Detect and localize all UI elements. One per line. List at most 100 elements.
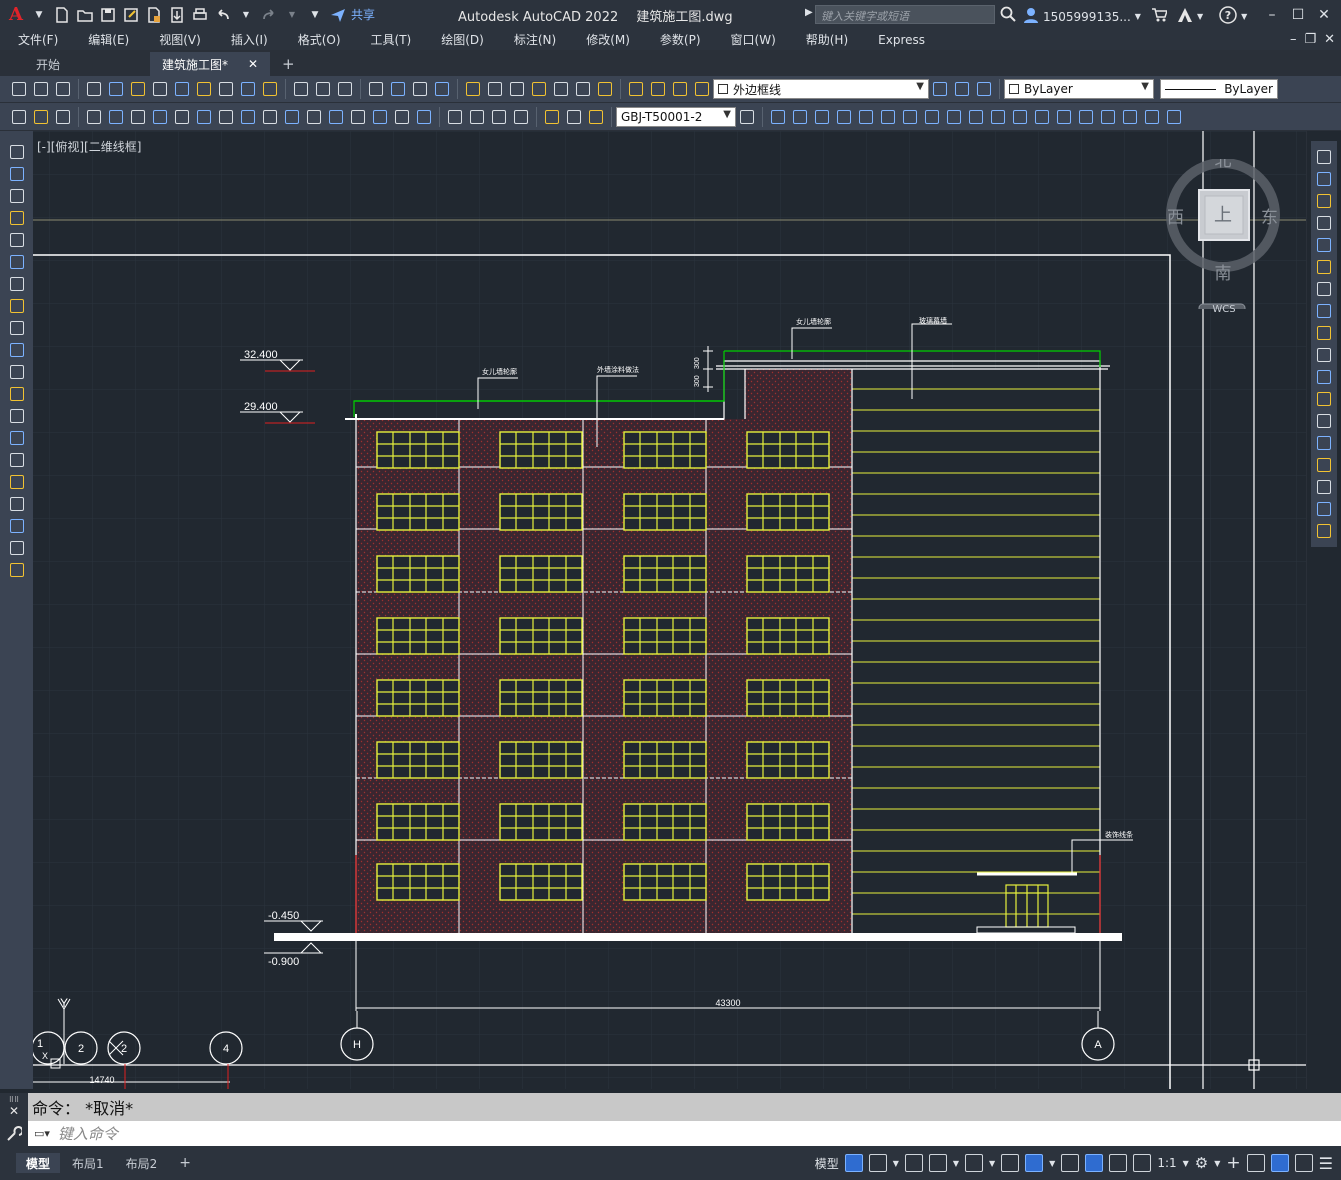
help-dropdown-icon[interactable]: ▼ [1241,12,1247,21]
modify-tool-4-icon[interactable] [1315,236,1333,254]
dim-tool-3-icon[interactable] [151,108,169,126]
save-as-icon[interactable] [121,5,141,25]
dim-tool-12-icon[interactable] [349,108,367,126]
modify-tool-1-icon[interactable] [1315,170,1333,188]
param-tool-3-icon[interactable] [512,108,530,126]
solid-tool-0-icon[interactable] [769,108,787,126]
undo-tool-1-icon[interactable] [314,80,332,98]
draw-tool-2-icon[interactable] [8,187,26,205]
modify-tool-3-icon[interactable] [1315,214,1333,232]
user-icon[interactable] [1023,7,1039,26]
hardware-acceleration-icon[interactable] [1270,1154,1289,1172]
tab-start[interactable]: 开始 [0,52,150,76]
draw-tool-8-icon[interactable] [8,319,26,337]
menu-item-9[interactable]: 参数(P) [642,31,713,48]
modify-tool-13-icon[interactable] [1315,434,1333,452]
dim-tool-8-icon[interactable] [261,108,279,126]
edit-tool-4-icon[interactable] [173,80,191,98]
wcs-menu[interactable]: WCS [1201,303,1247,317]
annotation-scale-icon[interactable] [1133,1154,1152,1172]
layer-tool-3-icon[interactable] [693,80,711,98]
open-folder-icon[interactable] [75,5,95,25]
dim-tool-7-icon[interactable] [239,108,257,126]
layer-combo[interactable]: 外边框线 ▼ [713,79,929,99]
edit-tool-7-icon[interactable] [239,80,257,98]
blockins-tool-0-icon[interactable] [738,108,756,126]
modify-tool-17-icon[interactable] [1315,522,1333,540]
draw-tool-12-icon[interactable] [8,407,26,425]
solid-tool-12-icon[interactable] [1033,108,1051,126]
user-name[interactable]: 1505999135... [1043,10,1131,24]
new-layout-button[interactable]: + [169,1153,201,1173]
modify-tool-6-icon[interactable] [1315,280,1333,298]
layer-tool-2-icon[interactable] [671,80,689,98]
modify-tool-8-icon[interactable] [1315,324,1333,342]
props-tool-2-icon[interactable] [508,80,526,98]
customize-wrench-icon[interactable] [0,1121,28,1146]
clean-screen-icon[interactable] [1294,1154,1313,1172]
lineweight-icon[interactable] [1061,1154,1080,1172]
param-tool-2-icon[interactable] [490,108,508,126]
solid-tool-11-icon[interactable] [1011,108,1029,126]
edit-tool-2-icon[interactable] [129,80,147,98]
dim-tool-9-icon[interactable] [283,108,301,126]
anno-tool-1-icon[interactable] [565,108,583,126]
search-input[interactable]: 键入关键字或短语 [815,5,995,24]
dim-tool-14-icon[interactable] [393,108,411,126]
help-icon[interactable]: ? [1219,6,1237,27]
undo-tool-2-icon[interactable] [336,80,354,98]
draw-tool-0-icon[interactable] [8,143,26,161]
menu-item-12[interactable]: Express [860,33,937,47]
edit-tool-8-icon[interactable] [261,80,279,98]
redo-dropdown-icon[interactable]: ▼ [282,5,302,25]
modify-tool-7-icon[interactable] [1315,302,1333,320]
dim-tool-2-icon[interactable] [129,108,147,126]
isometric-dropdown-icon[interactable]: ▼ [989,1159,995,1168]
menu-item-4[interactable]: 格式(O) [280,31,353,48]
draw-tool-3-icon[interactable] [8,209,26,227]
share-icon[interactable] [328,5,348,25]
open-web-icon[interactable] [144,5,164,25]
color-combo[interactable]: ByLayer ▼ [1004,79,1154,99]
menu-item-8[interactable]: 修改(M) [568,31,642,48]
edit-tool-3-icon[interactable] [151,80,169,98]
edit-tool-1-icon[interactable] [107,80,125,98]
draw-tool-9-icon[interactable] [8,341,26,359]
menu-item-2[interactable]: 视图(V) [141,31,213,48]
style-tool-0-icon[interactable] [10,108,28,126]
file-tool-2-icon[interactable] [54,80,72,98]
compass-south[interactable]: 南 [1215,264,1232,284]
command-recent-icon[interactable]: ▭▾ [34,1127,50,1140]
draw-tool-11-icon[interactable] [8,385,26,403]
draw-tool-4-icon[interactable] [8,231,26,249]
edit-tool-5-icon[interactable] [195,80,213,98]
draw-tool-14-icon[interactable] [8,451,26,469]
edit-tool-6-icon[interactable] [217,80,235,98]
solid-tool-2-icon[interactable] [813,108,831,126]
dim-tool-13-icon[interactable] [371,108,389,126]
doc-restore-icon[interactable]: ❐ [1304,32,1316,47]
annotation-monitor-plus-icon[interactable]: + [1226,1153,1240,1173]
search-icon[interactable] [1000,6,1016,25]
props-tool-1-icon[interactable] [486,80,504,98]
props-tool-4-icon[interactable] [552,80,570,98]
menu-item-7[interactable]: 标注(N) [496,31,568,48]
solid-tool-8-icon[interactable] [945,108,963,126]
scale-dropdown-icon[interactable]: ▼ [1183,1159,1189,1168]
share-button[interactable]: 共享 [351,6,375,23]
layer-tool-0-icon[interactable] [627,80,645,98]
workspace-dropdown-icon[interactable]: ▼ [1214,1159,1220,1168]
tab-close-icon[interactable]: ✕ [248,57,258,71]
file-tool-1-icon[interactable] [32,80,50,98]
block-combo[interactable]: GBJ-T50001-2 ▼ [616,106,736,127]
modify-tool-12-icon[interactable] [1315,412,1333,430]
cart-icon[interactable] [1151,7,1168,26]
print-icon[interactable] [190,5,210,25]
modify-tool-15-icon[interactable] [1315,478,1333,496]
solid-tool-9-icon[interactable] [967,108,985,126]
autodesk-app-icon[interactable] [1177,7,1193,26]
draw-tool-17-icon[interactable] [8,517,26,535]
modify-tool-9-icon[interactable] [1315,346,1333,364]
solid-tool-14-icon[interactable] [1077,108,1095,126]
modify-tool-16-icon[interactable] [1315,500,1333,518]
